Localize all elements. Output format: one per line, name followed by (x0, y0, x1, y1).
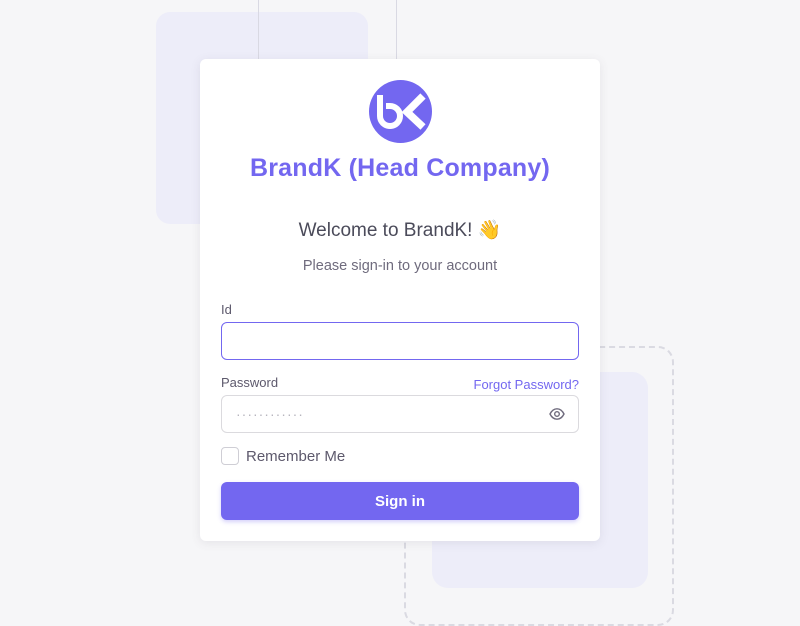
password-label: Password (221, 375, 279, 390)
brand-name: BrandK (Head Company) (249, 154, 551, 182)
background-line (258, 0, 259, 64)
remember-me-label[interactable]: Remember Me (246, 448, 345, 465)
eye-icon[interactable] (549, 407, 565, 421)
sign-in-button[interactable]: Sign in (221, 482, 579, 520)
login-card: BrandK (Head Company) Welcome to BrandK!… (200, 59, 600, 541)
password-input[interactable] (221, 395, 579, 433)
bk-logo-icon (369, 80, 432, 143)
welcome-title: Welcome to BrandK! 👋 (200, 218, 600, 242)
welcome-subtitle: Please sign-in to your account (302, 258, 498, 274)
waving-hand-icon: 👋 (477, 220, 502, 241)
remember-me-checkbox[interactable] (221, 447, 239, 465)
forgot-password-link[interactable]: Forgot Password? (474, 377, 580, 392)
id-input[interactable] (221, 322, 579, 360)
id-label: Id (221, 302, 232, 317)
welcome-text: Welcome to BrandK! (298, 220, 473, 241)
background-line (396, 0, 397, 64)
remember-me[interactable]: Remember Me (221, 447, 345, 465)
